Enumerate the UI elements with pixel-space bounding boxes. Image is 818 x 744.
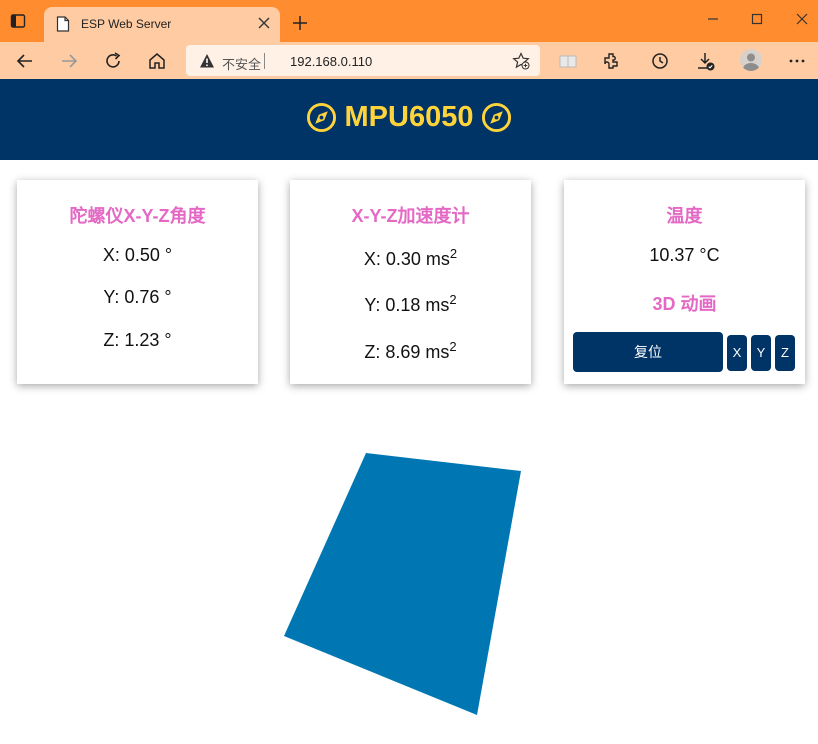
page-icon: [56, 16, 70, 32]
accel-x-exponent: 2: [449, 246, 458, 261]
gyro-card-title: 陀螺仪X-Y-Z角度: [69, 206, 206, 226]
accel-y-reading: Y: 0.18 ms2: [290, 292, 531, 316]
accel-z-reading: Z: 8.69 ms2: [290, 339, 531, 363]
tab-actions-icon[interactable]: [10, 13, 26, 29]
close-icon[interactable]: [258, 17, 270, 29]
tab-title: ESP Web Server: [81, 17, 172, 31]
minimize-icon[interactable]: [706, 12, 720, 26]
url-text[interactable]: 192.168.0.110: [290, 54, 372, 69]
cube-3d-view: [284, 453, 521, 715]
warning-icon[interactable]: [199, 53, 215, 69]
reset-button[interactable]: 复位: [573, 332, 723, 372]
page-header: MPU6050: [0, 79, 818, 160]
forward-icon[interactable]: [59, 51, 79, 71]
temperature-card-title: 温度: [666, 206, 703, 226]
reset-x-button[interactable]: X: [727, 335, 747, 371]
temperature-card: 温度 10.37 °C 3D 动画 复位 X Y Z: [564, 180, 805, 384]
back-icon[interactable]: [15, 51, 35, 71]
accel-card: X-Y-Z加速度计 X: 0.30 ms2 Y: 0.18 ms2 Z: 8.6…: [290, 180, 531, 384]
page-title: MPU6050: [0, 101, 818, 134]
window-close-icon[interactable]: [795, 12, 809, 26]
reading-view-icon[interactable]: [558, 51, 578, 71]
animation-title: 3D 动画: [652, 294, 717, 314]
browser-tab-bar: ESP Web Server: [0, 0, 818, 42]
home-icon[interactable]: [147, 51, 167, 71]
add-favorite-icon[interactable]: [512, 52, 530, 70]
gyro-y-value: Y: 0.76 °: [103, 287, 172, 307]
gyro-x-value: X: 0.50 °: [102, 245, 173, 265]
refresh-icon[interactable]: [103, 51, 123, 71]
extensions-icon[interactable]: [602, 51, 622, 71]
accel-y-value: Y: 0.18 ms: [364, 295, 450, 315]
page-title-text: MPU6050: [344, 101, 474, 133]
gyro-z-value: Z: 1.23 °: [103, 330, 172, 350]
reset-z-button[interactable]: Z: [775, 335, 795, 371]
accel-card-title: X-Y-Z加速度计: [351, 206, 470, 226]
profile-avatar[interactable]: [740, 49, 762, 71]
gyro-card: 陀螺仪X-Y-Z角度 X: 0.50 ° Y: 0.76 ° Z: 1.23 °: [17, 180, 258, 384]
avatar-icon: [743, 53, 759, 71]
compass-icon: [306, 102, 336, 133]
reset-y-button[interactable]: Y: [751, 335, 771, 371]
accel-z-exponent: 2: [449, 339, 457, 354]
download-icon[interactable]: [695, 51, 715, 71]
maximize-icon[interactable]: [750, 12, 764, 26]
more-menu-icon[interactable]: [787, 51, 807, 71]
accel-y-exponent: 2: [449, 292, 457, 307]
browser-tab-active[interactable]: ESP Web Server: [44, 7, 280, 42]
browser-toolbar: 不安全 192.168.0.110: [0, 42, 818, 79]
new-tab-icon[interactable]: [292, 15, 308, 31]
temperature-value: 10.37 °C: [649, 245, 720, 265]
address-bar[interactable]: 不安全 192.168.0.110: [186, 45, 540, 76]
accel-x-reading: X: 0.30 ms2: [290, 246, 531, 270]
accel-x-value: X: 0.30 ms: [363, 249, 450, 269]
cube-face: [284, 453, 521, 715]
history-icon[interactable]: [650, 51, 670, 71]
address-divider: [264, 53, 265, 69]
accel-z-value: Z: 8.69 ms: [364, 342, 450, 362]
compass-icon: [482, 102, 512, 133]
security-status-text[interactable]: 不安全: [222, 54, 261, 73]
